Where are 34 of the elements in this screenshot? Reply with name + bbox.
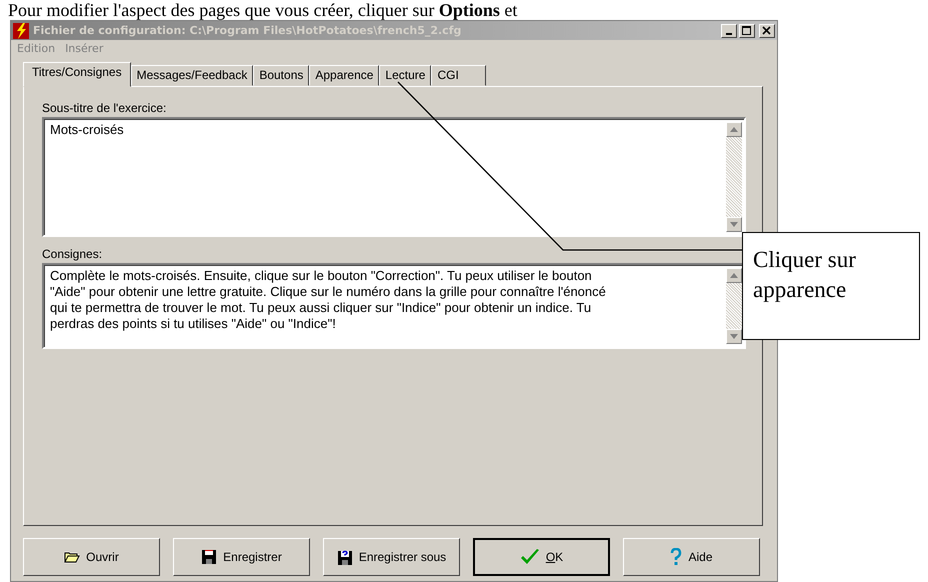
tab[interactable]: CGI: [431, 65, 486, 86]
help-icon: [670, 548, 682, 566]
dialog-button[interactable]: Aide: [623, 538, 760, 576]
dialog-button[interactable]: Enregistrer: [173, 538, 310, 576]
page-text: Pour modifier l'aspect des pages que vous créer, cliquer sur Options et: [7, 0, 518, 20]
minimize-button[interactable]: [721, 24, 737, 38]
tab[interactable]: Lecture: [379, 65, 432, 86]
lightning-icon: [13, 22, 29, 38]
scrollbar[interactable]: [726, 122, 742, 232]
tab[interactable]: Apparence: [309, 65, 380, 86]
down-arrow-icon[interactable]: [730, 222, 738, 227]
scrollbar[interactable]: [726, 268, 742, 344]
window-title: Fichier de configuration: C:\Program Files\HotPotatoes\french5_2.cfg: [33, 24, 462, 37]
tab[interactable]: Titres/Consignes: [23, 62, 131, 87]
tab[interactable]: Boutons: [253, 65, 310, 86]
maximize-icon: [742, 26, 752, 36]
up-arrow-icon[interactable]: [730, 127, 738, 132]
close-button[interactable]: [759, 24, 775, 38]
text-field[interactable]: Complète le mots-croisés. Ensuite, clique sur le bouton "Correction". Tu peux utiliser le bouton "Aide" pour obtenir une lettre gratuite. Clique sur le numéro dans la grille pour connaître l'énoncé qui te permettra de trouver le mot. Tu peux aussi cliquer sur "Indice" pour obtenir un indice. Tu perdras des points si tu utilises "Aide" ou "Indice"!: [42, 263, 746, 349]
dialog-button[interactable]: Ouvrir: [23, 538, 160, 576]
maximize-button[interactable]: [739, 24, 755, 38]
field-label: Consignes:: [42, 247, 104, 261]
field-label: Sous-titre de l'exercice:: [42, 101, 168, 115]
minimize-icon: [726, 32, 732, 34]
text-field[interactable]: Mots-croisés: [42, 117, 746, 237]
up-arrow-icon[interactable]: [730, 273, 738, 278]
checkmark-icon: [520, 548, 540, 566]
close-icon: [762, 26, 772, 36]
dialog-button[interactable]: OK: [473, 538, 610, 576]
down-arrow-icon[interactable]: [730, 334, 738, 339]
callout-text: Cliquer sur apparence: [742, 232, 920, 340]
folder-icon: [64, 550, 80, 564]
tab[interactable]: Messages/Feedback: [130, 65, 254, 86]
dialog-button[interactable]: Enregistrer sous: [323, 538, 460, 576]
